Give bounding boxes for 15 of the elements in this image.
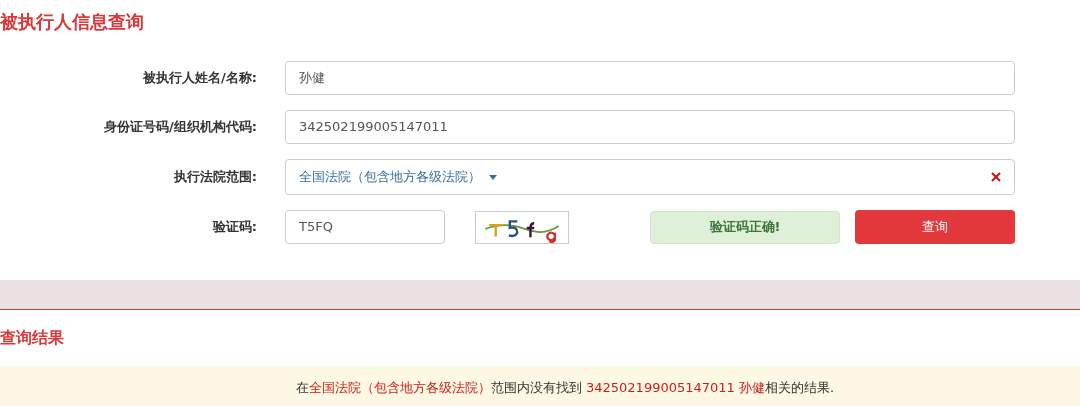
page-title: 被执行人信息查询	[0, 9, 144, 34]
field-label: 验证码:	[212, 218, 257, 237]
field-label: 执行法院范围:	[173, 168, 257, 187]
close-icon[interactable]	[991, 172, 1001, 182]
section-title: 查询结果	[0, 327, 64, 349]
court-dropdown[interactable]: 全国法院（包含地方各级法院）	[299, 167, 497, 187]
result-message: 在全国法院（包含地方各级法院）范围内没有找到 342502199005147011 孙健相关的结果.	[294, 379, 835, 397]
search-button[interactable]: 查询	[855, 210, 1015, 244]
status-message: 验证码正确!	[650, 210, 840, 244]
field-label: 身份证号码/组织机构代码:	[104, 118, 257, 137]
captcha-field[interactable]: T5FQ	[285, 210, 445, 244]
id-field[interactable]: 342502199005147011	[285, 110, 1015, 144]
field-label: 被执行人姓名/名称:	[143, 69, 257, 88]
caret-icon	[489, 174, 497, 180]
name-field[interactable]: 孙健	[285, 61, 1015, 95]
